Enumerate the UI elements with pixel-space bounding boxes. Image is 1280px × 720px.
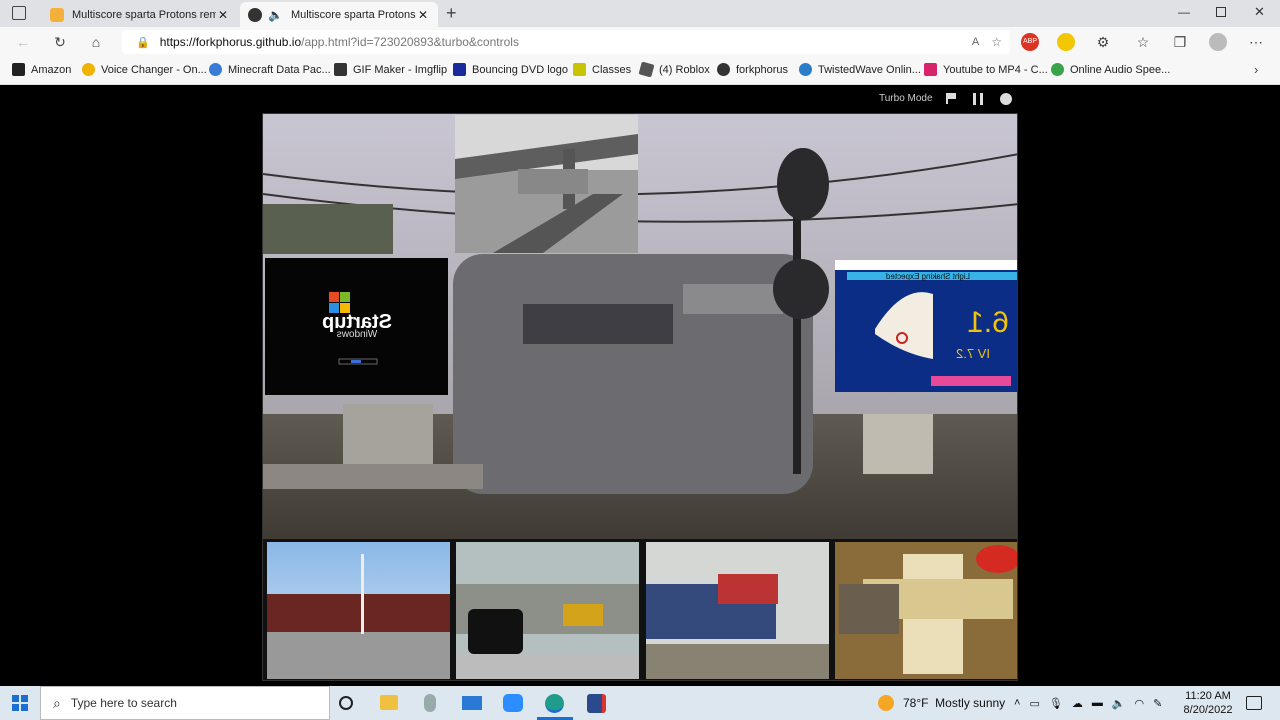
pen-icon[interactable]: ✎ bbox=[1153, 697, 1162, 710]
back-icon[interactable]: ← bbox=[14, 33, 32, 51]
clock-date: 8/20/2022 bbox=[1183, 704, 1233, 716]
tab-inactive[interactable]: Multiscore sparta Protons remix ✕ bbox=[42, 2, 238, 27]
edge-icon[interactable] bbox=[545, 694, 564, 713]
lock-icon: 🔒 bbox=[136, 36, 150, 49]
meet-now-icon[interactable]: ▭ bbox=[1029, 697, 1039, 710]
stop-icon[interactable] bbox=[1000, 93, 1012, 105]
stage-canvas: Startup Windows Light Shaking Expected 6… bbox=[263, 114, 1017, 680]
microphone-icon[interactable]: 🎙 bbox=[1049, 697, 1063, 710]
bookmark-item[interactable]: Youtube to MP4 - C... bbox=[924, 63, 1048, 76]
weather-text: 78°F Mostly sunny bbox=[903, 696, 1006, 710]
tab-title: Multiscore sparta Protons re bbox=[290, 8, 416, 21]
classes-icon bbox=[573, 63, 586, 76]
favorite-add-icon[interactable]: ☆ bbox=[991, 35, 1002, 49]
file-explorer-icon[interactable] bbox=[380, 695, 398, 710]
more-menu-icon[interactable]: ⋯ bbox=[1247, 33, 1265, 51]
tab-title: Multiscore sparta Protons remix bbox=[72, 8, 216, 21]
chevron-right-icon[interactable]: › bbox=[1254, 62, 1258, 77]
scratch-icon bbox=[50, 7, 64, 22]
adblock-icon[interactable]: ABP bbox=[1021, 33, 1039, 51]
globe-icon bbox=[209, 63, 222, 76]
network-icon[interactable]: ◠ bbox=[1135, 697, 1145, 710]
close-window-button[interactable]: ✕ bbox=[1254, 4, 1265, 20]
close-icon[interactable]: ✕ bbox=[216, 8, 230, 22]
pause-icon[interactable] bbox=[973, 93, 983, 105]
clock-time: 11:20 AM bbox=[1185, 690, 1231, 702]
search-placeholder: Type here to search bbox=[70, 696, 177, 710]
amazon-icon bbox=[12, 63, 25, 76]
read-aloud-icon[interactable]: A bbox=[972, 36, 979, 48]
minimize-button[interactable]: — bbox=[1178, 5, 1190, 19]
extensions-icon[interactable]: ⚙ bbox=[1094, 33, 1112, 51]
download-icon bbox=[924, 63, 937, 76]
onedrive-icon[interactable]: ☁ bbox=[1072, 697, 1083, 710]
tab-active[interactable]: 🔈 Multiscore sparta Protons re ✕ bbox=[240, 2, 438, 27]
clock[interactable]: 11:20 AM 8/20/2022 bbox=[1180, 689, 1236, 717]
voice-changer-icon bbox=[82, 63, 95, 76]
battery-icon[interactable]: ▬ bbox=[1092, 697, 1103, 709]
startup-subtitle: Windows bbox=[337, 329, 378, 340]
turbo-mode-label: Turbo Mode bbox=[879, 93, 933, 104]
volume-icon[interactable]: 🔈 bbox=[1112, 697, 1126, 710]
new-tab-button[interactable]: + bbox=[446, 3, 457, 24]
green-flag-icon[interactable] bbox=[946, 93, 957, 104]
bookmark-item[interactable]: Online Audio Spee... bbox=[1051, 63, 1170, 76]
dvd-icon bbox=[453, 63, 466, 76]
quake-title: Light Shaking Expected bbox=[886, 272, 970, 281]
notifications-icon[interactable] bbox=[1246, 696, 1262, 710]
bookmark-item[interactable]: Minecraft Data Pac... bbox=[209, 63, 331, 76]
tab-actions-icon[interactable] bbox=[12, 6, 26, 20]
system-tray: ˄ ▭ 🎙 ☁ ▬ 🔈 ◠ ✎ bbox=[1014, 686, 1162, 720]
mail-icon[interactable] bbox=[462, 696, 482, 710]
extension-yellow-icon[interactable] bbox=[1057, 33, 1075, 51]
bookmarks-bar: Amazon Voice Changer - On... Minecraft D… bbox=[0, 57, 1280, 85]
weather-widget[interactable]: 78°F Mostly sunny bbox=[878, 686, 1005, 720]
quake-intensity: IV 7.2 bbox=[956, 346, 990, 361]
collections-icon[interactable]: ❐ bbox=[1171, 33, 1189, 51]
chevron-up-icon[interactable]: ˄ bbox=[1014, 697, 1020, 709]
project-stage[interactable]: Startup Windows Light Shaking Expected 6… bbox=[262, 113, 1018, 681]
mouse-app-icon[interactable] bbox=[424, 694, 436, 712]
browser-toolbar: ← ↻ ⌂ 🔒 https://forkphorus.github.io/app… bbox=[0, 27, 1280, 57]
bookmark-item[interactable]: TwistedWave Onlin... bbox=[799, 63, 921, 76]
bookmark-item[interactable]: GIF Maker - Imgflip bbox=[334, 63, 447, 76]
refresh-icon[interactable]: ↻ bbox=[51, 33, 69, 51]
weather-sun-icon bbox=[878, 695, 894, 711]
twistedwave-icon bbox=[799, 63, 812, 76]
close-icon[interactable]: ✕ bbox=[416, 8, 430, 22]
url-path: /app.html?id=723020893&turbo&controls bbox=[301, 35, 519, 49]
bookmark-item[interactable]: Classes bbox=[573, 63, 631, 76]
favorites-icon[interactable]: ☆ bbox=[1134, 33, 1152, 51]
bookmark-item[interactable]: Voice Changer - On... bbox=[82, 63, 207, 76]
tab-bar: Multiscore sparta Protons remix ✕ 🔈 Mult… bbox=[0, 0, 1280, 27]
player-controls: Turbo Mode bbox=[0, 86, 1280, 113]
profile-avatar[interactable] bbox=[1209, 33, 1227, 51]
imgflip-icon bbox=[334, 63, 347, 76]
bookmark-item[interactable]: forkphorus bbox=[717, 63, 788, 76]
cortana-icon[interactable] bbox=[339, 696, 353, 710]
home-icon[interactable]: ⌂ bbox=[87, 33, 105, 51]
bookmark-item[interactable]: Bouncing DVD logo bbox=[453, 63, 568, 76]
maximize-button[interactable] bbox=[1216, 7, 1226, 17]
zoom-icon[interactable] bbox=[503, 694, 523, 712]
app-icon[interactable] bbox=[587, 694, 606, 713]
forkphorus-icon bbox=[248, 7, 262, 22]
roblox-icon bbox=[638, 61, 655, 78]
speaker-icon[interactable]: 🔈 bbox=[268, 8, 283, 22]
windows-taskbar: ⌕ Type here to search 78°F Mostly sunny … bbox=[0, 686, 1280, 720]
audio-icon bbox=[1051, 63, 1064, 76]
quake-magnitude: 6.1 bbox=[967, 306, 1009, 339]
bookmark-item[interactable]: Amazon bbox=[12, 63, 71, 76]
taskbar-search[interactable]: ⌕ Type here to search bbox=[40, 686, 330, 720]
url-host: https://forkphorus.github.io bbox=[159, 35, 302, 49]
address-bar[interactable]: 🔒 https://forkphorus.github.io/app.html?… bbox=[122, 30, 1010, 54]
search-icon: ⌕ bbox=[53, 694, 61, 711]
start-button[interactable] bbox=[12, 695, 28, 711]
bookmark-item[interactable]: (4) Roblox bbox=[638, 61, 710, 78]
forkphorus-icon bbox=[717, 63, 730, 76]
